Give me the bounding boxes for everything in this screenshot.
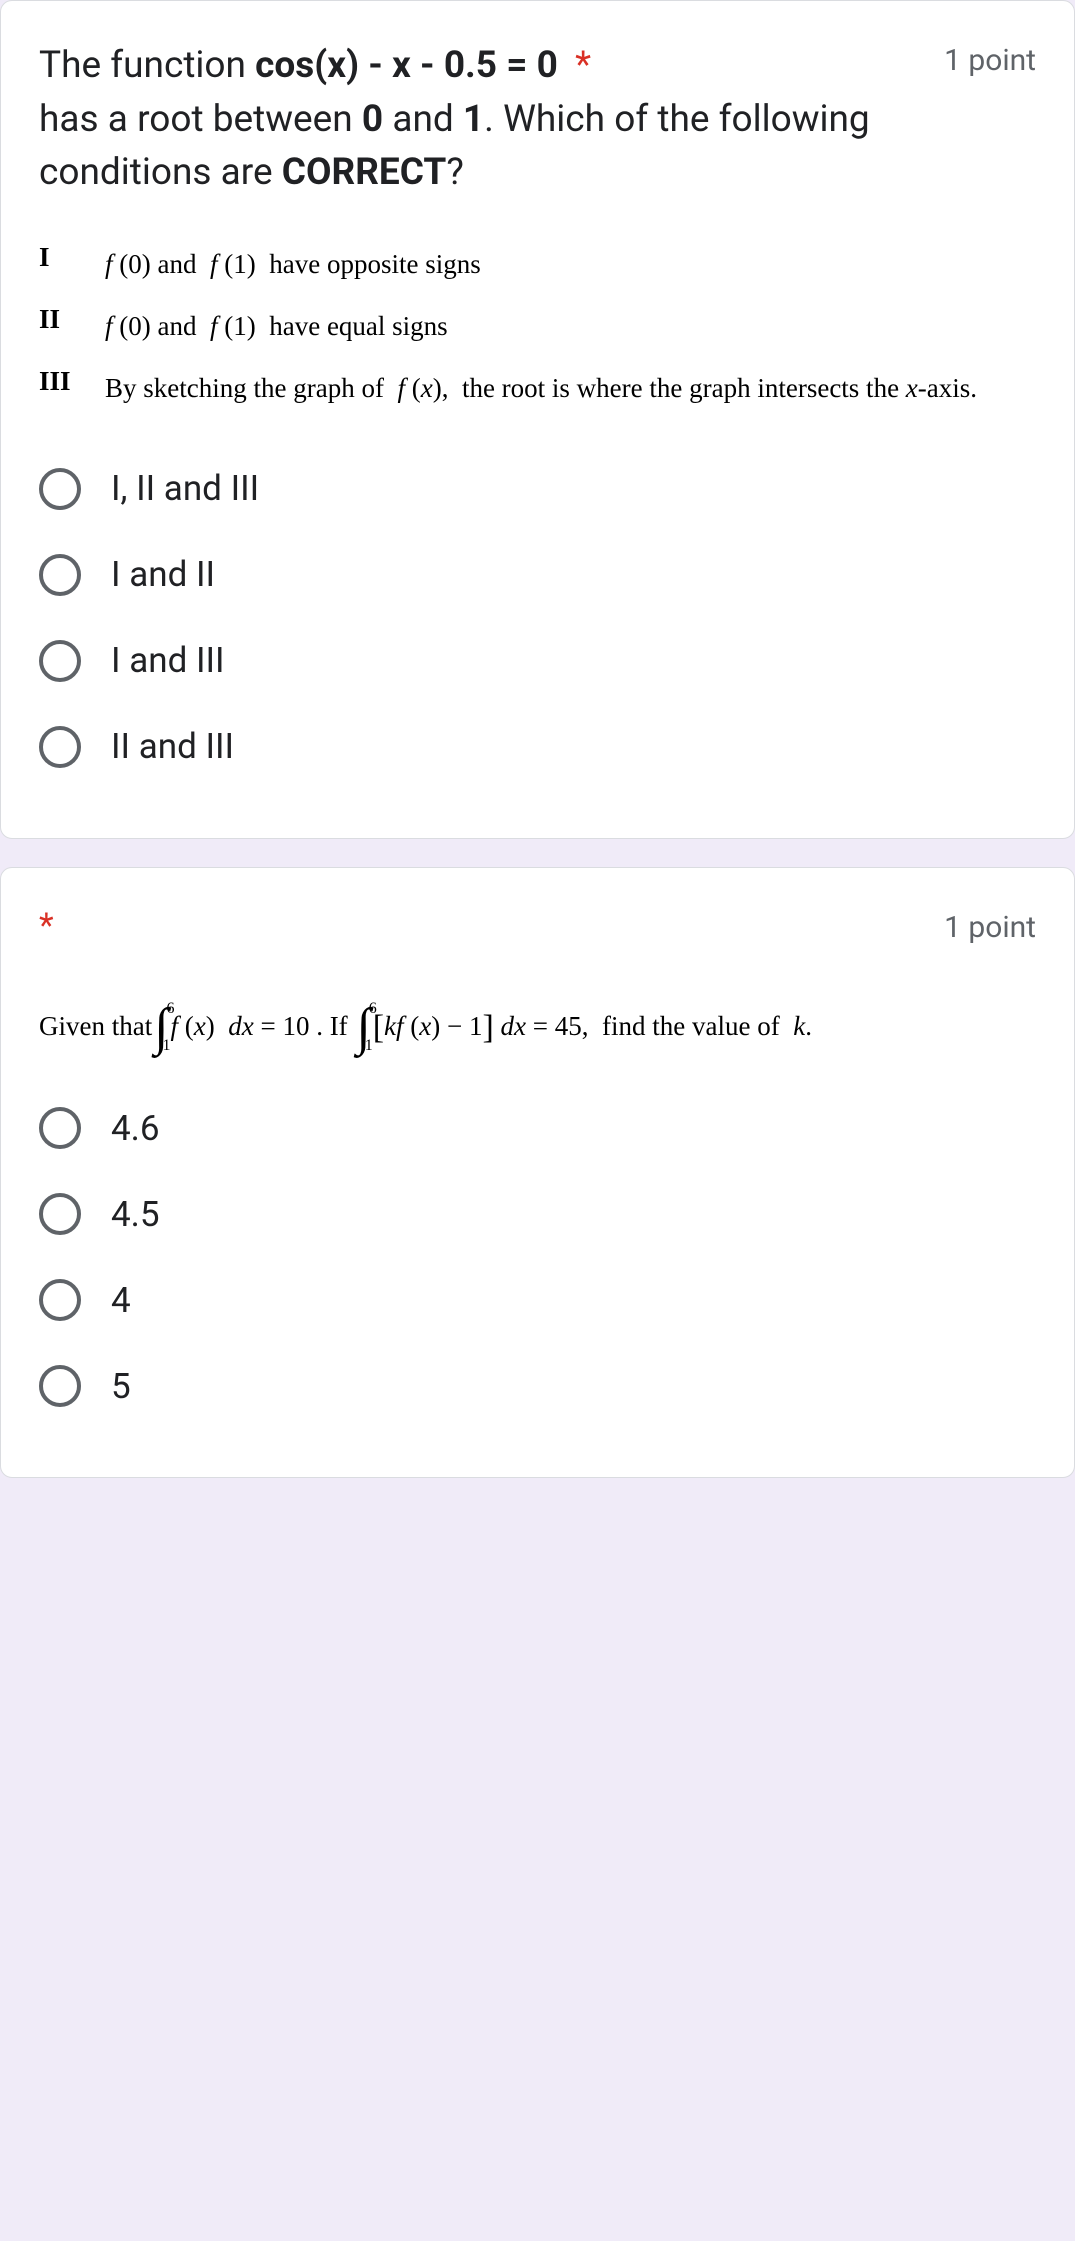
radio-icon [39,1107,81,1149]
points-label: 1 point [944,39,1036,78]
radio-option[interactable]: II and III [39,704,1036,790]
radio-option[interactable]: 4 [39,1257,1036,1343]
condition-row: III By sketching the graph of f (x), the… [39,366,1036,412]
condition-number: I [39,242,105,273]
question-header: The function cos(x) - x - 0.5 = 0 * has … [39,39,1036,200]
required-asterisk: * [575,44,591,87]
radio-option[interactable]: I and III [39,618,1036,704]
question-header: * 1 point [39,906,1036,946]
option-label: II and III [111,726,234,767]
integral-icon: 6 ∫ 1 [154,1008,168,1047]
option-label: 5 [111,1366,131,1407]
radio-option[interactable]: 5 [39,1343,1036,1429]
condition-number: III [39,366,105,397]
radio-icon [39,554,81,596]
condition-text: f (0) and f (1) have opposite signs [105,242,481,288]
radio-icon [39,1193,81,1235]
radio-icon [39,468,81,510]
radio-icon [39,1365,81,1407]
condition-row: II f (0) and f (1) have equal signs [39,304,1036,350]
required-asterisk: * [39,906,54,946]
equation: cos(x) - x - 0.5 = 0 [255,44,558,87]
question-title: The function cos(x) - x - 0.5 = 0 * has … [39,39,924,200]
radio-option[interactable]: 4.5 [39,1171,1036,1257]
radio-option[interactable]: I, II and III [39,446,1036,532]
radio-icon [39,726,81,768]
conditions-list: I f (0) and f (1) have opposite signs II… [39,242,1036,412]
option-label: 4.6 [111,1108,160,1149]
condition-text: f (0) and f (1) have equal signs [105,304,448,350]
option-label: I and II [111,554,215,595]
question-equation: Given that 6 ∫ 1 f (x) dx = 10 . If 6 ∫ … [39,1004,1036,1052]
option-label: I and III [111,640,225,681]
option-label: 4.5 [111,1194,160,1235]
radio-icon [39,640,81,682]
condition-number: II [39,304,105,335]
radio-option[interactable]: 4.6 [39,1085,1036,1171]
integral-icon: 6 ∫ 1 [356,1008,370,1047]
options-group: I, II and III I and II I and III II and … [39,446,1036,790]
options-group: 4.6 4.5 4 5 [39,1085,1036,1429]
radio-option[interactable]: I and II [39,532,1036,618]
points-label: 1 point [944,906,1036,945]
question-card-1: The function cos(x) - x - 0.5 = 0 * has … [0,0,1075,839]
option-label: I, II and III [111,468,259,509]
option-label: 4 [111,1280,131,1321]
radio-icon [39,1279,81,1321]
condition-row: I f (0) and f (1) have opposite signs [39,242,1036,288]
condition-text: By sketching the graph of f (x), the roo… [105,366,977,412]
question-card-2: * 1 point Given that 6 ∫ 1 f (x) dx = 10… [0,867,1075,1479]
